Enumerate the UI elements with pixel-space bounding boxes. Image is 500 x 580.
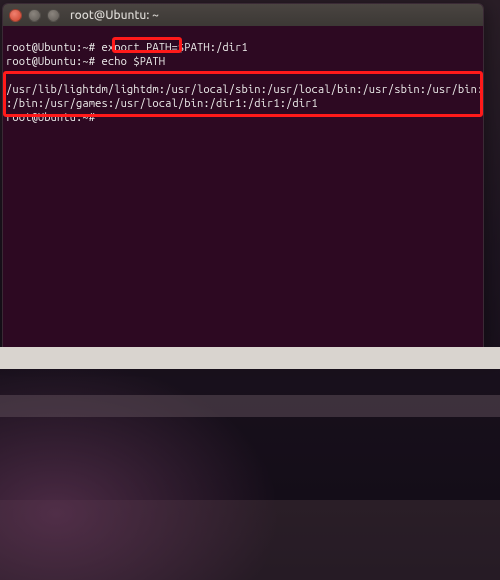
path-output-2: :/bin:/usr/games:/usr/local/bin:/dir1:/d… xyxy=(6,98,318,110)
cmd-export: export PATH=$PATH:/dir1 xyxy=(102,42,248,54)
desktop-glow xyxy=(0,360,280,580)
terminal-body[interactable]: root@Ubuntu:~# export PATH=$PATH:/dir1 r… xyxy=(3,26,483,168)
mid-band xyxy=(0,395,500,417)
cmd-echo: echo $PATH xyxy=(102,56,166,68)
path-output-1: /usr/lib/lightdm/lightdm:/usr/local/sbin… xyxy=(6,84,484,96)
prompt: root@Ubuntu:~# xyxy=(6,42,95,54)
minimize-icon[interactable] xyxy=(28,9,41,22)
prompt: root@Ubuntu:~# xyxy=(6,56,95,68)
window-bottom-strip xyxy=(0,347,500,369)
terminal-window: root@Ubuntu: ~ root@Ubuntu:~# export PAT… xyxy=(2,3,484,348)
titlebar[interactable]: root@Ubuntu: ~ xyxy=(3,4,483,26)
maximize-icon[interactable] xyxy=(47,9,60,22)
prompt: root@Ubuntu:~# xyxy=(6,112,95,124)
window-title: root@Ubuntu: ~ xyxy=(70,9,159,22)
close-icon[interactable] xyxy=(9,9,22,22)
